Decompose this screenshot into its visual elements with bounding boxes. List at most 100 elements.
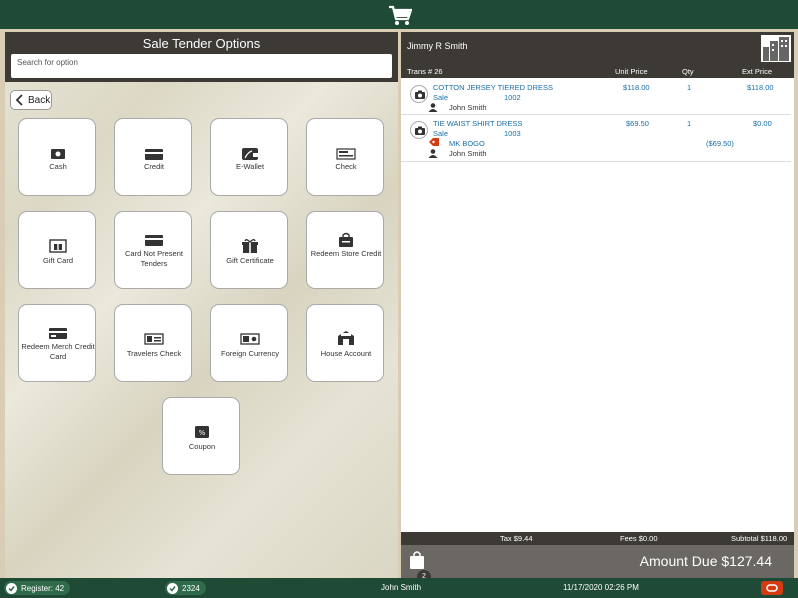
shopping-cart-icon[interactable] <box>388 5 412 27</box>
tender-label: Redeem Store Credit <box>310 249 382 258</box>
tender-label: Travelers Check <box>126 349 182 358</box>
page-title: Sale Tender Options <box>142 36 261 51</box>
tender-card-not-present-button[interactable]: Card Not Present Tenders <box>114 211 192 289</box>
house-account-icon <box>338 331 354 345</box>
tender-cash-button[interactable]: Cash <box>18 118 96 196</box>
check-circle-icon <box>6 582 17 594</box>
subtotal: Subtotal $118.00 <box>731 534 788 543</box>
top-bar <box>0 0 798 32</box>
item-sku: 1002 <box>504 93 521 102</box>
item-qty: 1 <box>687 83 692 92</box>
line-item[interactable]: COTTON JERSEY TIERED DRESS Sale 1002 $11… <box>401 78 791 115</box>
camera-icon <box>415 126 425 135</box>
tender-label: Check <box>335 162 357 171</box>
tender-credit-button[interactable]: Credit <box>114 118 192 196</box>
qty-header: Qty <box>682 67 694 76</box>
item-ext-price: $118.00 <box>747 83 774 92</box>
back-button[interactable]: Back <box>10 90 52 110</box>
tender-ewallet-button[interactable]: E-Wallet <box>210 118 288 196</box>
oracle-menu-button[interactable] <box>761 581 783 595</box>
tender-house-account-button[interactable]: House Account <box>306 304 384 382</box>
status-bar: Register: 42 2324 John Smith 11/17/2020 … <box>0 578 798 598</box>
store-icon[interactable] <box>761 35 791 62</box>
search-input[interactable] <box>11 54 392 78</box>
ext-price-header: Ext Price <box>742 67 773 76</box>
oracle-logo-icon <box>766 584 778 592</box>
register-status[interactable]: Register: 42 <box>4 581 71 595</box>
item-qty: 1 <box>687 119 692 128</box>
line-item[interactable]: TIE WAIST SHIRT DRESS Sale 1003 $69.50 1… <box>401 115 791 162</box>
item-name: COTTON JERSEY TIERED DRESS <box>433 83 554 92</box>
session-code: 2324 <box>182 583 200 593</box>
merch-credit-card-icon <box>49 328 67 339</box>
gift-card-icon <box>49 239 67 253</box>
tender-label: Foreign Currency <box>221 349 279 358</box>
tender-coupon-button[interactable]: % Coupon <box>162 397 240 475</box>
amount-due: Amount Due $127.44 <box>639 553 772 569</box>
tender-store-credit-button[interactable]: Redeem Store Credit <box>306 211 384 289</box>
item-ext-price: $0.00 <box>753 119 772 128</box>
check-icon <box>336 148 356 160</box>
cash-icon <box>51 149 65 159</box>
camera-icon <box>415 90 425 99</box>
check-circle-icon <box>167 582 178 594</box>
tender-check-button[interactable]: Check <box>306 118 384 196</box>
item-unit-price: $69.50 <box>626 119 649 128</box>
person-icon <box>428 103 438 112</box>
credit-card-icon <box>145 149 163 160</box>
tender-foreign-currency-button[interactable]: Foreign Currency <box>210 304 288 382</box>
item-name: TIE WAIST SHIRT DRESS <box>433 119 523 128</box>
store-credit-icon <box>339 232 353 247</box>
trans-number: Trans # 26 <box>407 67 443 76</box>
transaction-panel: Jimmy R Smith Trans # 26 Unit Price Qty … <box>401 32 794 584</box>
status-user: John Smith <box>381 583 422 592</box>
totals-bar: Tax $9.44 Fees $0.00 Subtotal $118.00 <box>401 532 794 545</box>
coupon-icon: % <box>195 426 209 438</box>
item-sku: 1003 <box>504 129 521 138</box>
foreign-currency-icon <box>240 333 260 345</box>
status-datetime: 11/17/2020 02:26 PM <box>563 583 639 592</box>
item-type: Sale <box>433 93 449 102</box>
customer-header[interactable]: Jimmy R Smith <box>401 32 794 64</box>
unit-price-header: Unit Price <box>615 67 648 76</box>
travelers-check-icon <box>144 333 164 345</box>
discount-name: MK BOGO <box>449 139 485 148</box>
person-icon <box>428 149 438 158</box>
search-box <box>11 54 392 78</box>
tender-label: Coupon <box>188 442 216 451</box>
tender-merch-credit-card-button[interactable]: Redeem Merch Credit Card <box>18 304 96 382</box>
tax-total: Tax $9.44 <box>500 534 533 543</box>
tender-label: Cash <box>49 162 67 171</box>
tender-travelers-check-button[interactable]: Travelers Check <box>114 304 192 382</box>
discount-amount: ($69.50) <box>706 139 734 148</box>
tender-gift-card-button[interactable]: Gift Card <box>18 211 96 289</box>
item-image <box>410 121 428 139</box>
item-salesperson: John Smith <box>449 103 487 112</box>
register-label: Register: 42 <box>21 583 65 593</box>
discount-tag-icon <box>429 138 439 146</box>
tender-label: Gift Certificate <box>226 256 274 265</box>
tender-label: E-Wallet <box>235 162 265 171</box>
fees-total: Fees $0.00 <box>620 534 658 543</box>
card-not-present-icon <box>145 235 163 246</box>
tender-label: Redeem Merch Credit Card <box>21 342 95 361</box>
shopping-bag-icon[interactable] <box>408 550 426 570</box>
item-image <box>410 85 428 103</box>
session-status[interactable]: 2324 <box>165 581 206 595</box>
tender-options-header: Sale Tender Options <box>5 32 398 82</box>
amount-due-bar: 2 Amount Due $127.44 <box>401 545 794 584</box>
wallet-icon <box>242 148 258 160</box>
tender-label: Card Not Present Tenders <box>125 249 183 268</box>
back-label: Back <box>28 94 51 106</box>
svg-text:%: % <box>199 429 206 437</box>
tender-label: House Account <box>320 349 372 358</box>
gift-certificate-icon <box>242 239 258 253</box>
item-unit-price: $118.00 <box>623 83 650 92</box>
customer-name: Jimmy R Smith <box>407 41 468 51</box>
tender-gift-certificate-button[interactable]: Gift Certificate <box>210 211 288 289</box>
item-salesperson: John Smith <box>449 149 487 158</box>
tender-label: Gift Card <box>42 256 73 265</box>
items-column-header: Trans # 26 Unit Price Qty Ext Price <box>401 64 794 78</box>
tender-options-panel: Sale Tender Options Back Cash Credit E-W… <box>5 32 398 578</box>
tender-label: Credit <box>143 162 164 171</box>
